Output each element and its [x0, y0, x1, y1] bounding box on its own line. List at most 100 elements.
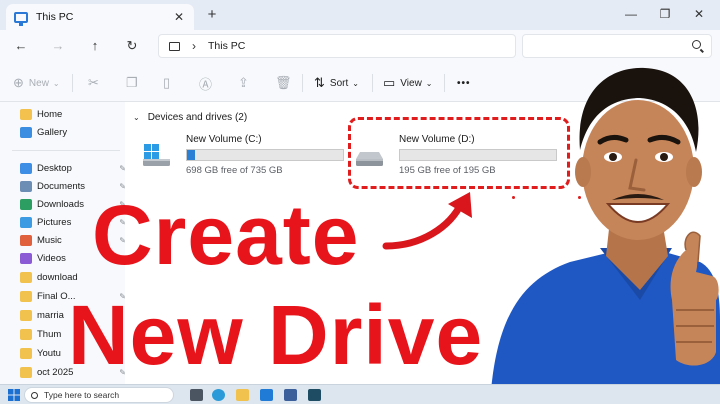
taskbar-search-input[interactable]: Type here to search [24, 387, 174, 403]
divider [72, 74, 73, 92]
gallery-icon [20, 126, 32, 138]
folder-icon [20, 271, 32, 283]
sort-icon: ⇅ [314, 75, 325, 90]
sidebar-item-label: Thum [37, 328, 62, 340]
edge-icon[interactable] [212, 389, 225, 401]
rename-icon: Ⓐ [199, 76, 213, 92]
sidebar-item-label: Home [37, 108, 63, 120]
highlight-box [348, 117, 570, 189]
folder-icon [20, 328, 32, 340]
group-header-devices[interactable]: ⌄ Devices and drives (2) [133, 112, 247, 123]
music-icon [20, 234, 32, 246]
address-row: ← → ↑ ↻ › This PC [0, 30, 720, 62]
breadcrumb-separator: › [192, 39, 196, 53]
computer-icon [14, 11, 28, 26]
highlight-dot [578, 196, 581, 199]
sidebar-item-desktop[interactable]: Desktop ✎ [20, 159, 126, 177]
up-button[interactable]: ↑ [84, 36, 106, 56]
drive-free-text: 698 GB free of 735 GB [186, 165, 283, 176]
refresh-button[interactable]: ↻ [121, 36, 143, 56]
more-options-button[interactable]: ••• [457, 74, 471, 92]
sidebar-item-label: Desktop [37, 162, 72, 174]
highlight-dot [512, 196, 515, 199]
view-icon: ▭ [383, 75, 396, 90]
chevron-down-icon: ⌄ [425, 78, 433, 88]
desktop-icon [20, 162, 32, 174]
task-view-icon[interactable] [190, 389, 203, 401]
folder-icon [20, 347, 32, 359]
view-button[interactable]: ▭ View ⌄ [383, 74, 433, 92]
copy-button[interactable]: ❐ [126, 74, 143, 92]
file-explorer-icon[interactable] [236, 389, 249, 401]
drive-usage-fill [187, 150, 195, 160]
home-icon [20, 108, 32, 120]
sidebar-item-label: marria [37, 309, 64, 321]
breadcrumb[interactable]: This PC [208, 40, 245, 52]
address-bar[interactable]: › This PC [158, 34, 516, 58]
sidebar-item-home[interactable]: Home [20, 105, 126, 123]
divider [372, 74, 373, 92]
close-window-button[interactable]: ✕ [682, 0, 716, 30]
sort-button[interactable]: ⇅ Sort ⌄ [314, 74, 359, 92]
group-label: Devices and drives (2) [147, 112, 248, 123]
monitor-icon [169, 41, 180, 51]
view-label: View [400, 77, 422, 89]
mail-icon[interactable] [284, 389, 297, 401]
chevron-down-icon: ⌄ [352, 78, 359, 88]
share-icon: ⇪ [238, 75, 249, 90]
new-label: New [28, 77, 49, 89]
tab-this-pc[interactable]: This PC ✕ [6, 4, 194, 30]
divider [302, 74, 303, 92]
drive-name: New Volume (C:) [186, 134, 262, 145]
sidebar-item-label: download [37, 271, 78, 283]
search-icon [31, 391, 38, 399]
sort-label: Sort [329, 77, 349, 89]
share-button[interactable]: ⇪ [238, 74, 254, 92]
tab-close-button[interactable]: ✕ [172, 10, 186, 24]
delete-button[interactable]: 🗑 [275, 74, 297, 92]
sidebar-item-label: Gallery [37, 126, 68, 138]
divider [12, 150, 120, 151]
drive-c[interactable]: New Volume (C:) 698 GB free of 735 GB [142, 130, 352, 178]
search-input[interactable] [522, 34, 712, 58]
tab-title: This PC [36, 11, 74, 23]
cut-button[interactable]: ✂ [88, 74, 104, 92]
paste-button[interactable]: ▯ [163, 74, 175, 92]
forward-button[interactable]: → [47, 36, 69, 56]
windows-drive-icon [143, 144, 170, 166]
red-arrow-icon [382, 192, 472, 250]
search-icon [692, 40, 701, 49]
trash-icon: 🗑 [275, 75, 292, 90]
documents-icon [20, 180, 32, 192]
pictures-icon [20, 216, 32, 228]
sidebar-item-gallery[interactable]: Gallery [20, 123, 126, 141]
videos-icon [20, 252, 32, 264]
folder-icon [20, 366, 32, 378]
folder-icon [20, 290, 32, 302]
rename-button[interactable]: Ⓐ [199, 74, 217, 92]
new-button[interactable]: ⊕ New ⌄ [13, 74, 60, 92]
sidebar-item-label: Downloads [37, 198, 84, 210]
overlay-title-line1: Create [92, 188, 360, 282]
windows-start-icon[interactable] [8, 389, 20, 401]
sidebar-item-label: Pictures [37, 216, 72, 228]
command-bar: ⊕ New ⌄ ✂ ❐ ▯ Ⓐ ⇪ 🗑 ⇅ Sort ⌄ ▭ View ⌄ ••… [0, 62, 720, 102]
new-tab-button[interactable]: + [203, 5, 221, 25]
maximize-button[interactable]: ❐ [648, 0, 682, 30]
folder-icon [20, 309, 32, 321]
drive-usage-bar [186, 149, 344, 161]
sidebar-item-label: Youtu [37, 347, 61, 359]
overlay-title-line2: New Drive [68, 288, 484, 382]
back-button[interactable]: ← [10, 36, 32, 56]
chevron-down-icon: ⌄ [52, 78, 60, 88]
copy-icon: ❐ [126, 75, 138, 90]
title-bar: This PC ✕ + — ❐ ✕ [0, 0, 720, 30]
app-icon[interactable] [308, 389, 321, 401]
sidebar-item-label: Videos [37, 252, 66, 264]
new-icon: ⊕ [13, 75, 24, 90]
taskbar-search-placeholder: Type here to search [44, 390, 120, 400]
chevron-down-icon: ⌄ [133, 113, 140, 122]
minimize-button[interactable]: — [614, 0, 648, 30]
store-icon[interactable] [260, 389, 273, 401]
downloads-icon [20, 198, 32, 210]
